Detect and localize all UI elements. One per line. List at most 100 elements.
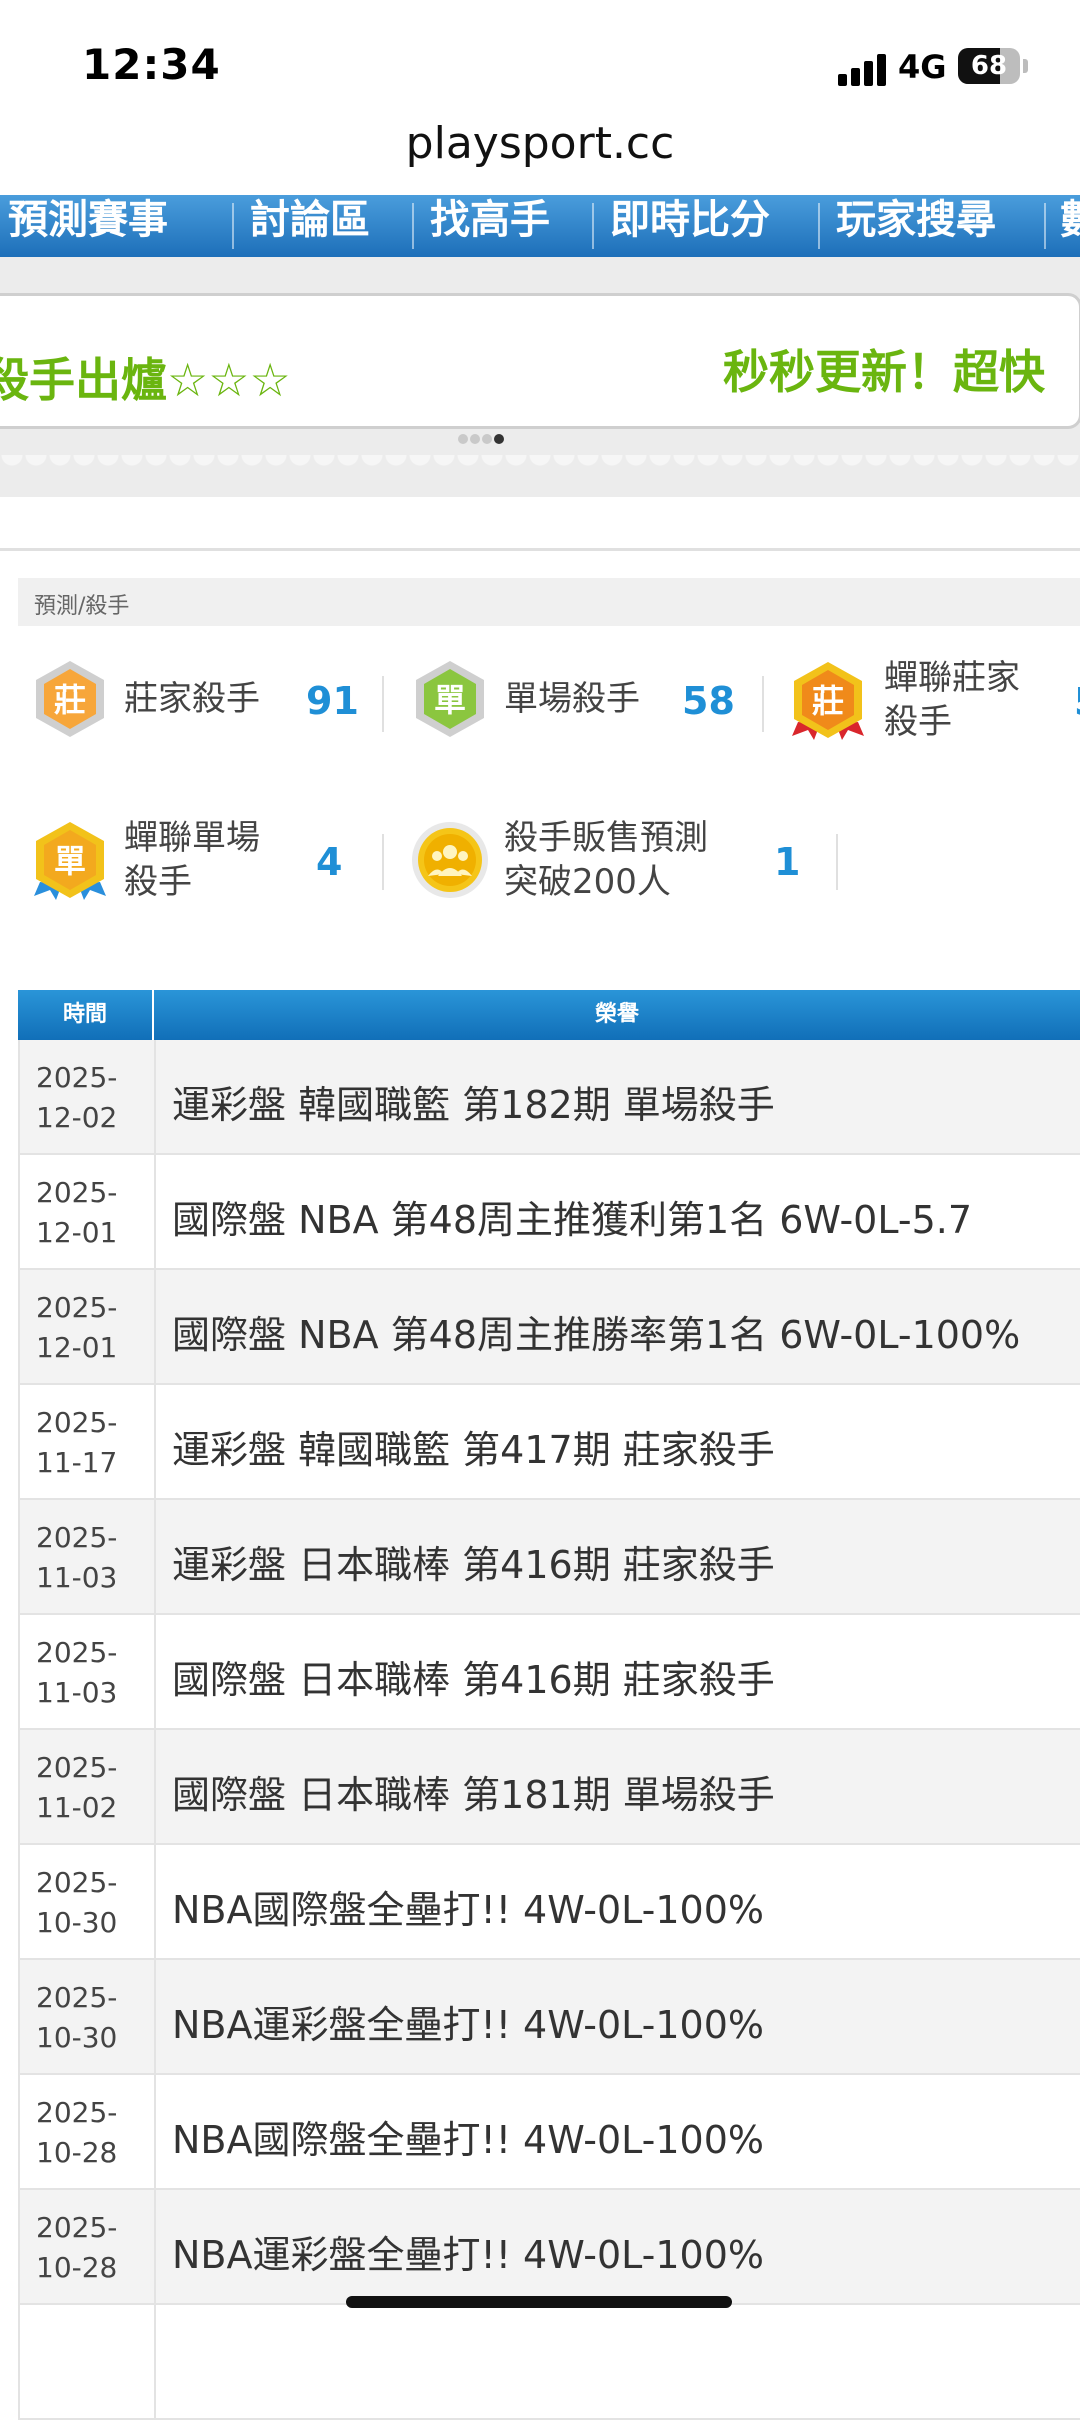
row-honor: 國際盤 NBA 第48周主推勝率第1名 6W-0L-100%: [172, 1313, 1021, 1357]
row-honor: NBA國際盤全壘打!! 4W-0L-100%: [172, 1888, 764, 1932]
table-row: 2025- 11-03 國際盤 日本職棒 第416期 莊家殺手: [18, 1615, 1080, 1730]
breadcrumb: 預測/殺手: [18, 578, 1080, 626]
status-time: 12:34: [82, 40, 221, 89]
badge-label: 殺手販售預測: [504, 818, 708, 858]
single-killer-badge-icon: 單: [416, 661, 484, 737]
table-row: 2025- 10-30 NBA國際盤全壘打!! 4W-0L-100%: [18, 1845, 1080, 1960]
badge-label: 殺手: [884, 702, 952, 742]
table-row: 2025- 10-30 NBA運彩盤全壘打!! 4W-0L-100%: [18, 1960, 1080, 2075]
battery-tip: [1023, 59, 1028, 73]
cell-divider: [154, 1040, 156, 1155]
battery-icon: 68: [958, 48, 1020, 84]
row-honor: 國際盤 日本職棒 第181期 單場殺手: [172, 1773, 775, 1817]
cell-divider: [154, 2075, 156, 2190]
row-honor: NBA國際盤全壘打!! 4W-0L-100%: [172, 2118, 764, 2162]
nav-separator: [818, 203, 820, 249]
badge-label: 殺手: [124, 862, 192, 902]
svg-text:單: 單: [434, 681, 466, 719]
table-row: 2025- 12-01 國際盤 NBA 第48周主推獲利第1名 6W-0L-5.7: [18, 1155, 1080, 1270]
consecutive-banker-killer-badge-icon: 莊: [792, 662, 864, 740]
svg-text:莊: 莊: [54, 681, 86, 719]
nav-separator: [592, 203, 594, 249]
badge-consecutive-single-killer[interactable]: 單 蟬聯單場 殺手 4: [30, 812, 360, 912]
battery-level: 68: [970, 51, 1008, 81]
badge-consecutive-banker-killer[interactable]: 莊 蟬聯莊家 殺手 5: [788, 650, 1080, 750]
column-header-honor: 榮譽: [594, 1002, 639, 1027]
row-date: 2025- 11-17: [36, 1406, 118, 1479]
cell-divider: [154, 2190, 156, 2305]
badge-label: 蟬聯莊家: [884, 658, 1020, 698]
row-date: 2025- 10-30: [36, 1981, 118, 2054]
nav-separator: [412, 203, 414, 249]
carousel-dots[interactable]: [458, 434, 506, 448]
home-indicator[interactable]: [346, 2296, 732, 2308]
consecutive-single-killer-badge-icon: 單: [34, 822, 106, 900]
nav-item-live-scores[interactable]: 即時比分: [610, 195, 770, 245]
row-date: 2025- 12-01: [36, 1291, 118, 1364]
row-date: 2025- 10-28: [36, 2096, 118, 2169]
row-honor: NBA運彩盤全壘打!! 4W-0L-100%: [172, 2233, 764, 2277]
row-honor: 運彩盤 韓國職籃 第182期 單場殺手: [172, 1083, 775, 1127]
nav-item-more[interactable]: 數: [1060, 195, 1080, 245]
row-honor: 國際盤 NBA 第48周主推獲利第1名 6W-0L-5.7: [172, 1198, 973, 1242]
table-row: 2025- 11-02 國際盤 日本職棒 第181期 單場殺手: [18, 1730, 1080, 1845]
table-row: 2025- 10-28 NBA國際盤全壘打!! 4W-0L-100%: [18, 2075, 1080, 2190]
badge-separator: [382, 676, 384, 732]
cell-divider: [154, 1500, 156, 1615]
cell-divider: [154, 1845, 156, 1960]
row-date: 2025- 12-01: [36, 1176, 118, 1249]
svg-text:莊: 莊: [812, 682, 844, 720]
spacer: [0, 497, 1080, 547]
row-date: 2025- 12-02: [36, 1061, 118, 1134]
svg-text:單: 單: [54, 842, 86, 880]
status-bar: 12:34 4G 68 playsport.cc: [0, 0, 1080, 169]
marquee-text-left: 殺手出爐☆☆☆: [0, 353, 291, 407]
row-date: 2025- 11-03: [36, 1521, 118, 1594]
row-honor: NBA運彩盤全壘打!! 4W-0L-100%: [172, 2003, 764, 2047]
main-nav: 預測賽事 討論區 找高手 即時比分 玩家搜尋 數: [0, 195, 1080, 257]
announcement-marquee[interactable]: 殺手出爐☆☆☆ 秒秒更新！超快: [0, 293, 1080, 429]
cell-divider: [154, 1730, 156, 1845]
cellular-signal-icon: [838, 52, 890, 86]
badge-killer-sales-200[interactable]: 殺手販售預測 突破200人 1: [410, 812, 800, 912]
badge-count: 4: [316, 840, 343, 884]
badge-single-killer[interactable]: 單 單場殺手 58: [410, 655, 740, 755]
badge-label: 蟬聯單場: [124, 818, 260, 858]
nav-item-predictions[interactable]: 預測賽事: [8, 195, 168, 245]
nav-separator: [1044, 203, 1046, 249]
badge-label: 莊家殺手: [124, 679, 260, 719]
banker-killer-badge-icon: 莊: [36, 661, 104, 737]
url-bar[interactable]: playsport.cc: [0, 118, 1080, 169]
network-type: 4G: [898, 48, 947, 86]
badge-label: 突破200人: [504, 862, 671, 902]
badge-count: 91: [306, 679, 359, 723]
badge-separator: [382, 834, 384, 890]
cell-divider: [154, 1615, 156, 1730]
row-date: 2025- 10-30: [36, 1866, 118, 1939]
cell-divider: [154, 1155, 156, 1270]
row-honor: 運彩盤 日本職棒 第416期 莊家殺手: [172, 1543, 775, 1587]
table-row-partial: [18, 2305, 1080, 2420]
breadcrumb-text[interactable]: 預測/殺手: [34, 588, 129, 620]
row-date: 2025- 11-02: [36, 1751, 118, 1824]
table-row: 2025- 11-03 運彩盤 日本職棒 第416期 莊家殺手: [18, 1500, 1080, 1615]
cell-divider: [154, 2305, 156, 2420]
nav-separator: [232, 203, 234, 249]
cell-divider: [154, 1960, 156, 2075]
marquee-text-right: 秒秒更新！超快: [723, 345, 1045, 399]
badge-count: 1: [774, 840, 801, 884]
badge-count: 5: [1074, 680, 1080, 724]
row-date: 2025- 11-03: [36, 1636, 118, 1709]
table-row: 2025- 12-01 國際盤 NBA 第48周主推勝率第1名 6W-0L-100…: [18, 1270, 1080, 1385]
nav-item-player-search[interactable]: 玩家搜尋: [836, 195, 996, 245]
badge-banker-killer[interactable]: 莊 莊家殺手 91: [30, 655, 360, 755]
badge-separator: [836, 834, 838, 890]
nav-item-find-experts[interactable]: 找高手: [430, 195, 550, 245]
table-row: 2025- 10-28 NBA運彩盤全壘打!! 4W-0L-100%: [18, 2190, 1080, 2305]
cell-divider: [154, 1385, 156, 1500]
people-medal-icon: [412, 822, 488, 898]
nav-item-forum[interactable]: 討論區: [250, 195, 370, 245]
badge-separator: [762, 676, 764, 732]
table-row: 2025- 11-17 運彩盤 韓國職籃 第417期 莊家殺手: [18, 1385, 1080, 1500]
row-honor: 運彩盤 韓國職籃 第417期 莊家殺手: [172, 1428, 775, 1472]
